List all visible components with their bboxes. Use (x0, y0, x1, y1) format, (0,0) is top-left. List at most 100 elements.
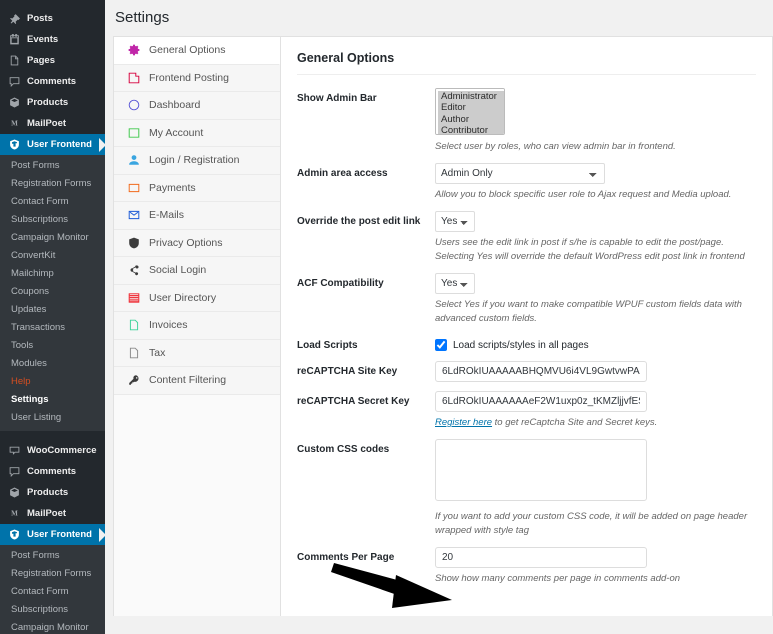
tab-social-login[interactable]: Social Login (114, 257, 280, 285)
submenu-item-transactions[interactable]: Transactions (0, 319, 105, 337)
tab-label: Payments (149, 181, 196, 194)
sidebar-submenu-user-frontend-2[interactable]: Post Forms Registration Forms Contact Form… (0, 545, 105, 634)
override-post-edit-link-select[interactable]: Yes (435, 211, 475, 232)
submenu-item-tools[interactable]: Tools (0, 337, 105, 355)
settings-panel: General Options Show Admin Bar Administr… (281, 36, 773, 616)
sidebar-item-woocommerce-2[interactable]: WooCommerce (0, 440, 105, 461)
woocommerce-icon (7, 445, 22, 456)
sidebar-item-comments-2[interactable]: Comments (0, 461, 105, 482)
sidebar-item-user-frontend[interactable]: User Frontend (0, 134, 105, 155)
show-admin-bar-description: Select user by roles, who can view admin… (435, 141, 676, 152)
acf-compatibility-label: ACF Compatibility (297, 278, 384, 289)
comment-icon (7, 466, 22, 477)
tab-label: Tax (149, 346, 166, 359)
admin-area-access-select[interactable]: Admin Only (435, 163, 605, 184)
show-admin-bar-select[interactable]: AdministratorEditorAuthorContributor (435, 88, 505, 135)
submenu-item-contact-form-2[interactable]: Contact Form (0, 583, 105, 601)
comments-per-page-input[interactable] (435, 547, 647, 568)
recaptcha-site-key-label: reCAPTCHA Site Key (297, 366, 398, 377)
submenu-item-subscriptions[interactable]: Subscriptions (0, 211, 105, 229)
tab-label: User Directory (149, 291, 217, 304)
sidebar-item-mailpoet-2[interactable]: M MailPoet (0, 503, 105, 524)
sidebar-item-label: User Frontend (27, 139, 92, 150)
sidebar-item-pages[interactable]: Pages (0, 50, 105, 71)
show-admin-bar-label: Show Admin Bar (297, 93, 377, 104)
admin-bar-role-option[interactable]: Author (438, 114, 504, 125)
submenu-item-registration-forms[interactable]: Registration Forms (0, 175, 105, 193)
custom-css-label: Custom CSS codes (297, 444, 390, 455)
load-scripts-checkbox-label: Load scripts/styles in all pages (453, 339, 589, 351)
acf-compatibility-select[interactable]: Yes (435, 273, 475, 294)
submenu-item-campaign-monitor-2[interactable]: Campaign Monitor (0, 619, 105, 634)
sidebar-item-posts[interactable]: Posts (0, 8, 105, 29)
field-row-acf-compatibility: ACF Compatibility Yes Select Yes if you … (297, 264, 756, 326)
load-scripts-checkbox[interactable] (435, 339, 447, 351)
admin-area-access-description: Allow you to block specific user role to… (435, 189, 732, 200)
tab-my-account[interactable]: My Account (114, 119, 280, 147)
submenu-item-user-listing[interactable]: User Listing (0, 409, 105, 427)
user-frontend-icon (7, 139, 22, 150)
sidebar-item-user-frontend-2[interactable]: User Frontend (0, 524, 105, 545)
sidebar-item-comments[interactable]: Comments (0, 71, 105, 92)
admin-bar-role-option[interactable]: Administrator (438, 91, 504, 102)
sidebar-item-products-2[interactable]: Products (0, 482, 105, 503)
submenu-item-contact-form[interactable]: Contact Form (0, 193, 105, 211)
comment-icon (7, 76, 22, 87)
submenu-item-settings[interactable]: Settings (0, 391, 105, 409)
field-row-load-scripts: Load Scripts Load scripts/styles in all … (297, 326, 756, 352)
submenu-item-convertkit[interactable]: ConvertKit (0, 247, 105, 265)
user-frontend-icon (7, 529, 22, 540)
tab-payments[interactable]: Payments (114, 174, 280, 202)
submenu-item-updates[interactable]: Updates (0, 301, 105, 319)
custom-css-description: If you want to add your custom CSS code,… (435, 511, 748, 536)
admin-bar-role-option[interactable]: Contributor (438, 125, 504, 135)
calendar-icon (7, 34, 22, 45)
sidebar-item-products[interactable]: Products (0, 92, 105, 113)
recaptcha-site-key-input[interactable] (435, 361, 647, 382)
sidebar-item-label: Products (27, 487, 69, 498)
submenu-item-coupons[interactable]: Coupons (0, 283, 105, 301)
submenu-item-help[interactable]: Help (0, 373, 105, 391)
tab-login-registration[interactable]: Login / Registration (114, 147, 280, 175)
tab-general-options[interactable]: General Options (114, 37, 280, 65)
envelope-icon (127, 209, 140, 222)
admin-bar-role-option[interactable]: Editor (438, 102, 504, 113)
tab-invoices[interactable]: Invoices (114, 312, 280, 340)
box-icon (7, 487, 22, 498)
submenu-item-post-forms[interactable]: Post Forms (0, 157, 105, 175)
wp-admin-sidebar[interactable]: Posts Events Pages Comments Products M MailPoe… (0, 0, 105, 634)
sidebar-item-events[interactable]: Events (0, 29, 105, 50)
tab-user-directory[interactable]: User Directory (114, 284, 280, 312)
submenu-item-post-forms-2[interactable]: Post Forms (0, 547, 105, 565)
mailpoet-icon: M (7, 508, 22, 519)
recaptcha-secret-key-description: Register here to get reCaptcha Site and … (435, 416, 756, 430)
tab-tax[interactable]: Tax (114, 339, 280, 367)
comments-per-page-label: Comments Per Page (297, 552, 395, 563)
sidebar-item-mailpoet[interactable]: M MailPoet (0, 113, 105, 134)
sidebar-item-label: User Frontend (27, 529, 92, 540)
tab-e-mails[interactable]: E-Mails (114, 202, 280, 230)
submenu-item-modules[interactable]: Modules (0, 355, 105, 373)
tab-privacy-options[interactable]: Privacy Options (114, 229, 280, 257)
custom-css-textarea[interactable] (435, 439, 647, 501)
sidebar-submenu-user-frontend[interactable]: Post Forms Registration Forms Contact Form… (0, 155, 105, 431)
sidebar-item-label: Pages (27, 55, 55, 66)
tab-dashboard[interactable]: Dashboard (114, 92, 280, 120)
tab-content-filtering[interactable]: Content Filtering (114, 367, 280, 395)
tab-label: Frontend Posting (149, 71, 229, 84)
dashboard-icon (127, 99, 140, 112)
tab-frontend-posting[interactable]: Frontend Posting (114, 64, 280, 92)
settings-tab-nav[interactable]: General Options Frontend Posting Dashboard… (113, 36, 281, 616)
account-icon (127, 126, 140, 139)
panel-heading: General Options (297, 51, 756, 75)
submenu-item-subscriptions-2[interactable]: Subscriptions (0, 601, 105, 619)
submenu-item-mailchimp[interactable]: Mailchimp (0, 265, 105, 283)
sidebar-second-group: WooCommerce Comments Products M MailPoet (0, 440, 105, 524)
field-row-show-admin-bar: Show Admin Bar AdministratorEditorAuthor… (297, 79, 756, 154)
comments-per-page-description: Show how many comments per page in comme… (435, 573, 681, 584)
register-here-link[interactable]: Register here (435, 417, 492, 428)
submenu-item-registration-forms-2[interactable]: Registration Forms (0, 565, 105, 583)
recaptcha-description-rest: to get reCaptcha Site and Secret keys. (492, 417, 658, 428)
submenu-item-campaign-monitor[interactable]: Campaign Monitor (0, 229, 105, 247)
recaptcha-secret-key-input[interactable] (435, 391, 647, 412)
